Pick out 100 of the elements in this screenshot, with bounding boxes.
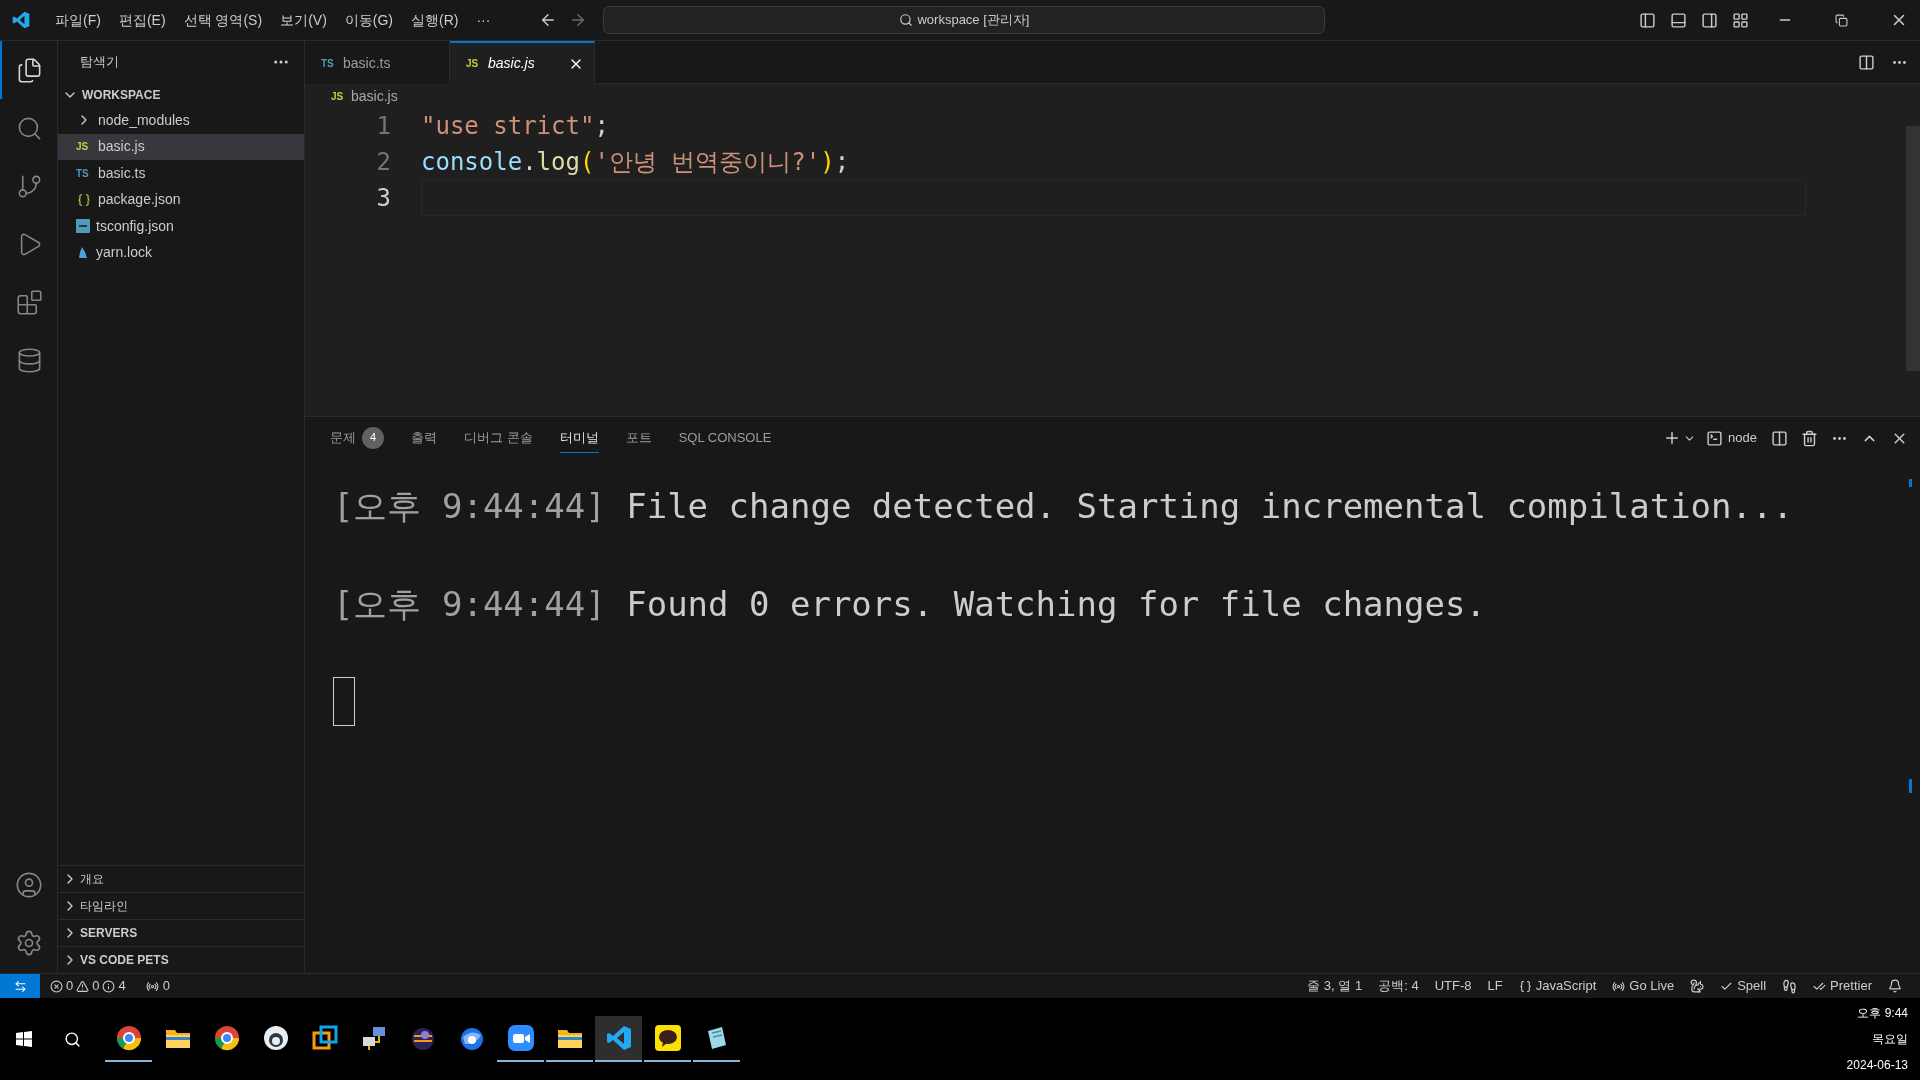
globe-bird-icon xyxy=(458,1025,485,1051)
status-item[interactable]: JavaScript xyxy=(1510,974,1605,998)
app-logo-icon xyxy=(12,11,30,29)
account-icon[interactable] xyxy=(14,871,43,899)
search-icon[interactable] xyxy=(64,1030,81,1048)
code-line: "use strict"; xyxy=(421,111,609,142)
remote-button[interactable] xyxy=(0,974,40,998)
count-badge: 4 xyxy=(362,426,384,449)
file-item[interactable]: tsconfig.json xyxy=(58,213,304,240)
taskbar-app[interactable] xyxy=(595,1016,642,1062)
file-item[interactable]: yarn.lock xyxy=(58,239,304,266)
command-center[interactable]: workspace [관리자] xyxy=(603,6,1326,34)
code-line: console.log('안녕 번역중이니?'); xyxy=(421,147,850,178)
scroll-marker xyxy=(1909,779,1912,793)
clock-time[interactable]: 오후 9:44 xyxy=(1857,1004,1908,1022)
panel-tab[interactable]: 포트 xyxy=(625,423,652,453)
panel-tab[interactable]: SQL CONSOLE xyxy=(678,423,772,453)
sidebar-section[interactable]: SERVERS xyxy=(58,919,304,946)
search-icon xyxy=(899,13,914,27)
scroll-marker xyxy=(1909,479,1912,487)
folder-icon xyxy=(556,1027,583,1049)
line-number: 1 xyxy=(375,111,391,142)
info-icon xyxy=(102,979,116,993)
terminal-line: [오후 9:44:44] File change detected. Starting incremental compilation... xyxy=(333,485,1793,528)
squirrel-icon xyxy=(1690,979,1705,993)
broadcast-icon xyxy=(1612,979,1626,993)
database-icon xyxy=(16,346,43,374)
yarn-file-icon xyxy=(76,245,90,260)
json-file-icon xyxy=(76,192,92,207)
status-item[interactable]: 줄 3, 열 1 xyxy=(1299,974,1371,998)
folder-header[interactable]: WORKSPACE xyxy=(58,83,304,107)
status-item[interactable]: Go Live xyxy=(1604,974,1683,998)
status-item[interactable]: Spell xyxy=(1712,974,1775,998)
file-item[interactable]: TS basic.ts xyxy=(58,160,304,187)
terminal-line: [오후 9:44:44] Found 0 errors. Watching for file changes. xyxy=(333,583,1486,626)
browser-icon xyxy=(213,1025,240,1051)
folder-icon xyxy=(164,1027,191,1049)
orb-icon xyxy=(409,1025,436,1051)
split-terminal-icon[interactable] xyxy=(1771,429,1788,447)
error-icon xyxy=(50,979,63,993)
network-icon xyxy=(360,1025,387,1051)
menu-item[interactable]: 실행(R) xyxy=(402,6,468,34)
terminal-icon xyxy=(1706,429,1724,447)
clock-weekday[interactable]: 목요일 xyxy=(1872,1030,1908,1048)
round-app-icon xyxy=(262,1025,289,1051)
line-number: 2 xyxy=(375,147,391,178)
trash-icon[interactable] xyxy=(1801,429,1818,447)
menu-item[interactable]: 이동(G) xyxy=(335,6,402,34)
status-item[interactable]: 공백: 4 xyxy=(1370,974,1427,998)
overlapping-squares-icon xyxy=(311,1025,338,1051)
shoe-icon xyxy=(1782,978,1798,994)
sidebar-section[interactable]: 개요 xyxy=(58,865,304,892)
file-item[interactable]: JS basic.js xyxy=(58,133,304,160)
chat-bubble-icon xyxy=(654,1025,681,1051)
menu-item[interactable]: 편집(E) xyxy=(109,6,175,34)
js-file-icon: JS xyxy=(76,139,92,155)
panel-tab[interactable]: 문제 4 xyxy=(330,423,384,453)
file-item[interactable]: package.json xyxy=(58,186,304,213)
menu-item[interactable]: 선택 영역(S) xyxy=(174,6,272,34)
js-file-icon: JS xyxy=(466,56,482,71)
remote-icon xyxy=(13,979,27,993)
status-item[interactable]: Prettier xyxy=(1805,974,1880,998)
line-number: 3 xyxy=(375,183,391,214)
menu-item[interactable]: 파일(F) xyxy=(46,6,110,34)
menu-item[interactable]: ··· xyxy=(467,6,500,34)
extensions-icon xyxy=(16,288,43,316)
status-item[interactable]: LF xyxy=(1479,974,1511,998)
bell-icon xyxy=(1888,979,1902,993)
files-icon xyxy=(16,56,43,84)
toggle-sidebar-icon[interactable] xyxy=(1639,11,1656,29)
sidebar-section[interactable]: 타임라인 xyxy=(58,892,304,919)
editor-tab[interactable]: JS basic.js xyxy=(450,41,595,84)
ports-status[interactable]: 0 xyxy=(135,974,180,998)
breadcrumb-item[interactable]: basic.js xyxy=(351,85,398,107)
sidebar-section[interactable]: VS CODE PETS xyxy=(58,946,304,973)
clock-date[interactable]: 2024-06-13 xyxy=(1846,1056,1908,1074)
panel-tab[interactable]: 디버그 콘솔 xyxy=(464,423,533,453)
js-file-icon: JS xyxy=(331,88,347,104)
toggle-secondary-sidebar-icon[interactable] xyxy=(1701,11,1718,29)
layout-icon[interactable] xyxy=(1732,11,1749,29)
terminal-cursor xyxy=(333,677,355,726)
warning-icon xyxy=(76,979,90,993)
panel-tab[interactable]: 터미널 xyxy=(559,423,599,453)
terminal-name[interactable]: node xyxy=(1728,428,1757,448)
menu-item[interactable]: 보기(V) xyxy=(271,6,336,34)
toggle-panel-icon[interactable] xyxy=(1670,11,1687,29)
browser-icon xyxy=(115,1025,142,1051)
restore-icon[interactable] xyxy=(1835,13,1848,27)
ts-file-icon: TS xyxy=(321,56,337,71)
video-camera-icon xyxy=(507,1025,534,1051)
problems-status[interactable]: 0 0 4 xyxy=(40,974,136,998)
braces-icon xyxy=(1518,979,1532,993)
code-editor-icon xyxy=(605,1025,632,1051)
status-item[interactable]: UTF-8 xyxy=(1426,974,1480,998)
start-icon[interactable] xyxy=(16,1031,32,1047)
ts-file-icon: TS xyxy=(76,165,92,181)
panel-tab[interactable]: 출력 xyxy=(411,423,437,453)
file-item[interactable]: node_modules xyxy=(58,107,304,134)
sidebar-title: 탐색기 xyxy=(80,53,119,72)
split-editor-icon[interactable] xyxy=(1858,53,1875,71)
